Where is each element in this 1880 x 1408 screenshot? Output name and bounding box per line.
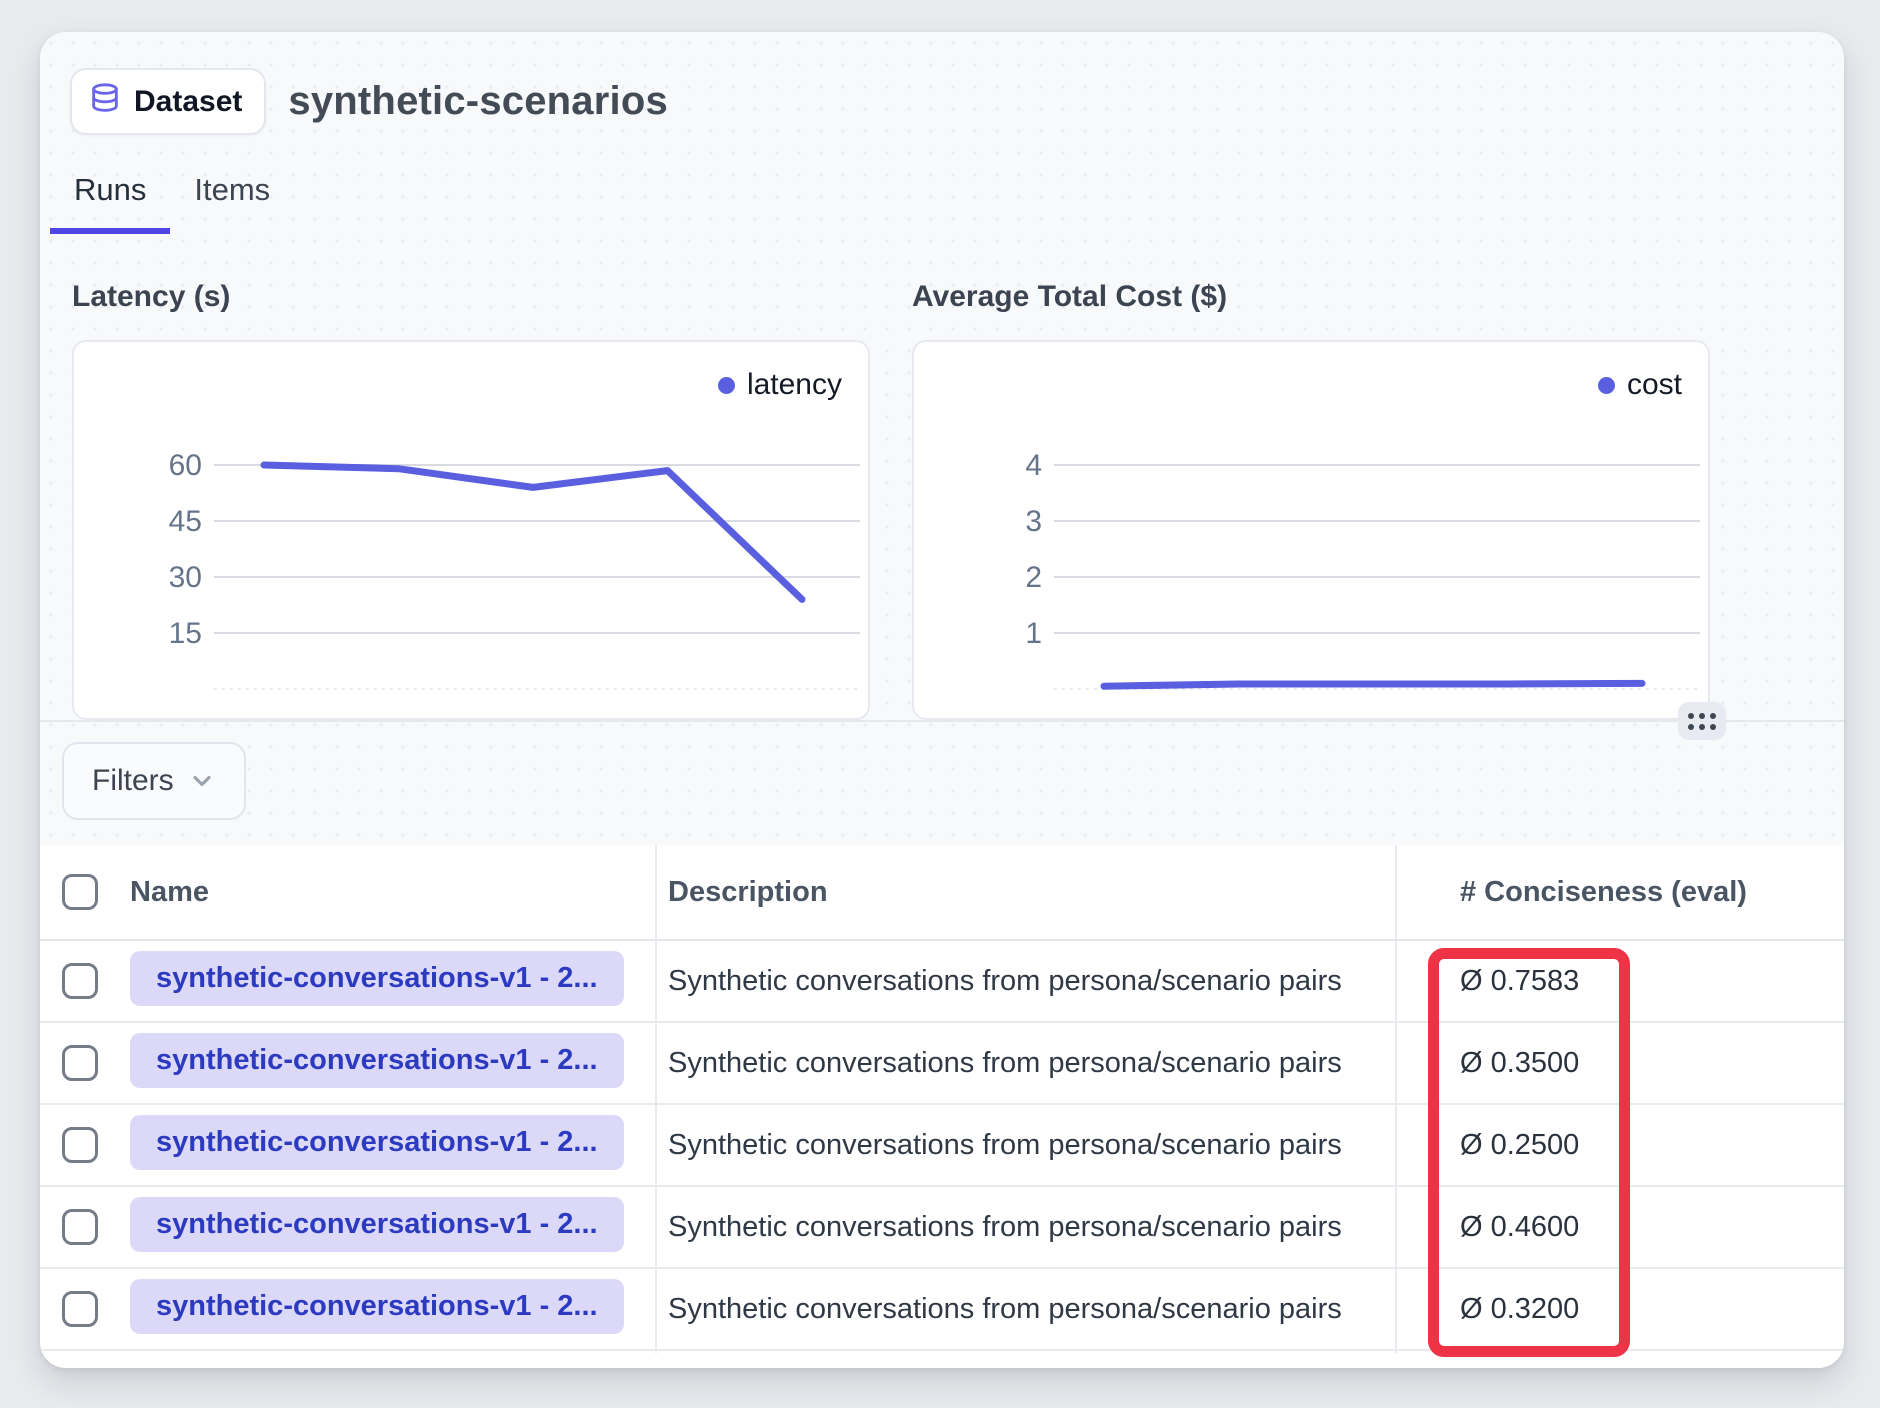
dataset-badge: Dataset — [70, 68, 266, 135]
latency-legend: latency — [718, 368, 842, 402]
cost-chart-plot: 4 3 2 1 — [914, 342, 1708, 718]
table-header-row: Name Description # Conciseness (eval) — [40, 845, 1844, 941]
svg-text:30: 30 — [169, 561, 202, 594]
conciseness-value: Ø 0.7583 — [1395, 965, 1844, 998]
grip-dots-icon[interactable] — [1678, 702, 1726, 740]
tab-items-label: Items — [194, 172, 270, 207]
svg-text:4: 4 — [1025, 449, 1042, 482]
select-all-checkbox[interactable] — [62, 874, 98, 910]
svg-text:15: 15 — [169, 617, 202, 650]
table-row[interactable]: synthetic-conversations-v1 - 2... Synthe… — [40, 1105, 1844, 1187]
table-row[interactable]: synthetic-conversations-v1 - 2... Synthe… — [40, 1187, 1844, 1269]
run-description: Synthetic conversations from persona/sce… — [655, 1129, 1395, 1162]
row-checkbox[interactable] — [62, 1209, 98, 1245]
run-description: Synthetic conversations from persona/sce… — [655, 1211, 1395, 1244]
conciseness-value: Ø 0.2500 — [1395, 1129, 1844, 1162]
row-checkbox[interactable] — [62, 963, 98, 999]
row-checkbox[interactable] — [62, 1291, 98, 1327]
page-title: synthetic-scenarios — [288, 79, 668, 124]
svg-text:1: 1 — [1025, 617, 1042, 650]
table-row[interactable]: synthetic-conversations-v1 - 2... Synthe… — [40, 941, 1844, 1023]
filters-button[interactable]: Filters — [62, 742, 246, 820]
latency-chart: 60 45 30 15 latency — [72, 340, 870, 720]
svg-text:60: 60 — [169, 449, 202, 482]
database-icon — [88, 82, 122, 121]
table-row[interactable]: synthetic-conversations-v1 - 2... Synthe… — [40, 1023, 1844, 1105]
row-checkbox[interactable] — [62, 1127, 98, 1163]
dataset-panel: Dataset synthetic-scenarios Runs Items L… — [40, 32, 1844, 1368]
cost-legend: cost — [1598, 368, 1682, 402]
tab-items[interactable]: Items — [170, 172, 294, 234]
conciseness-value: Ø 0.3200 — [1395, 1293, 1844, 1326]
chevron-down-icon — [188, 767, 216, 795]
run-name-link[interactable]: synthetic-conversations-v1 - 2... — [130, 1115, 624, 1170]
run-description: Synthetic conversations from persona/sce… — [655, 1047, 1395, 1080]
latency-chart-title: Latency (s) — [72, 280, 230, 314]
column-header-name: Name — [130, 876, 655, 909]
row-checkbox[interactable] — [62, 1045, 98, 1081]
cost-chart: 4 3 2 1 cost — [912, 340, 1710, 720]
run-name-link[interactable]: synthetic-conversations-v1 - 2... — [130, 1197, 624, 1252]
legend-dot-icon — [1598, 377, 1615, 394]
table-row[interactable]: synthetic-conversations-v1 - 2... Synthe… — [40, 1269, 1844, 1351]
run-name-link[interactable]: synthetic-conversations-v1 - 2... — [130, 1279, 624, 1334]
panel-header: Dataset synthetic-scenarios — [70, 68, 668, 135]
run-name-link[interactable]: synthetic-conversations-v1 - 2... — [130, 1033, 624, 1088]
tab-runs[interactable]: Runs — [50, 172, 170, 234]
tab-runs-label: Runs — [74, 172, 146, 207]
legend-dot-icon — [718, 377, 735, 394]
svg-text:45: 45 — [169, 505, 202, 538]
svg-text:2: 2 — [1025, 561, 1042, 594]
runs-table: Name Description # Conciseness (eval) sy… — [40, 845, 1844, 1368]
section-divider — [40, 720, 1844, 722]
cost-chart-title: Average Total Cost ($) — [912, 280, 1227, 314]
run-name-link[interactable]: synthetic-conversations-v1 - 2... — [130, 951, 624, 1006]
column-header-description: Description — [655, 876, 1395, 909]
conciseness-value: Ø 0.4600 — [1395, 1211, 1844, 1244]
badge-label: Dataset — [134, 85, 242, 119]
legend-label: cost — [1627, 368, 1682, 402]
run-description: Synthetic conversations from persona/sce… — [655, 965, 1395, 998]
run-description: Synthetic conversations from persona/sce… — [655, 1293, 1395, 1326]
filters-button-label: Filters — [92, 764, 174, 798]
legend-label: latency — [747, 368, 842, 402]
conciseness-value: Ø 0.3500 — [1395, 1047, 1844, 1080]
tab-bar: Runs Items — [50, 172, 294, 234]
column-header-conciseness: # Conciseness (eval) — [1395, 876, 1844, 909]
svg-text:3: 3 — [1025, 505, 1042, 538]
